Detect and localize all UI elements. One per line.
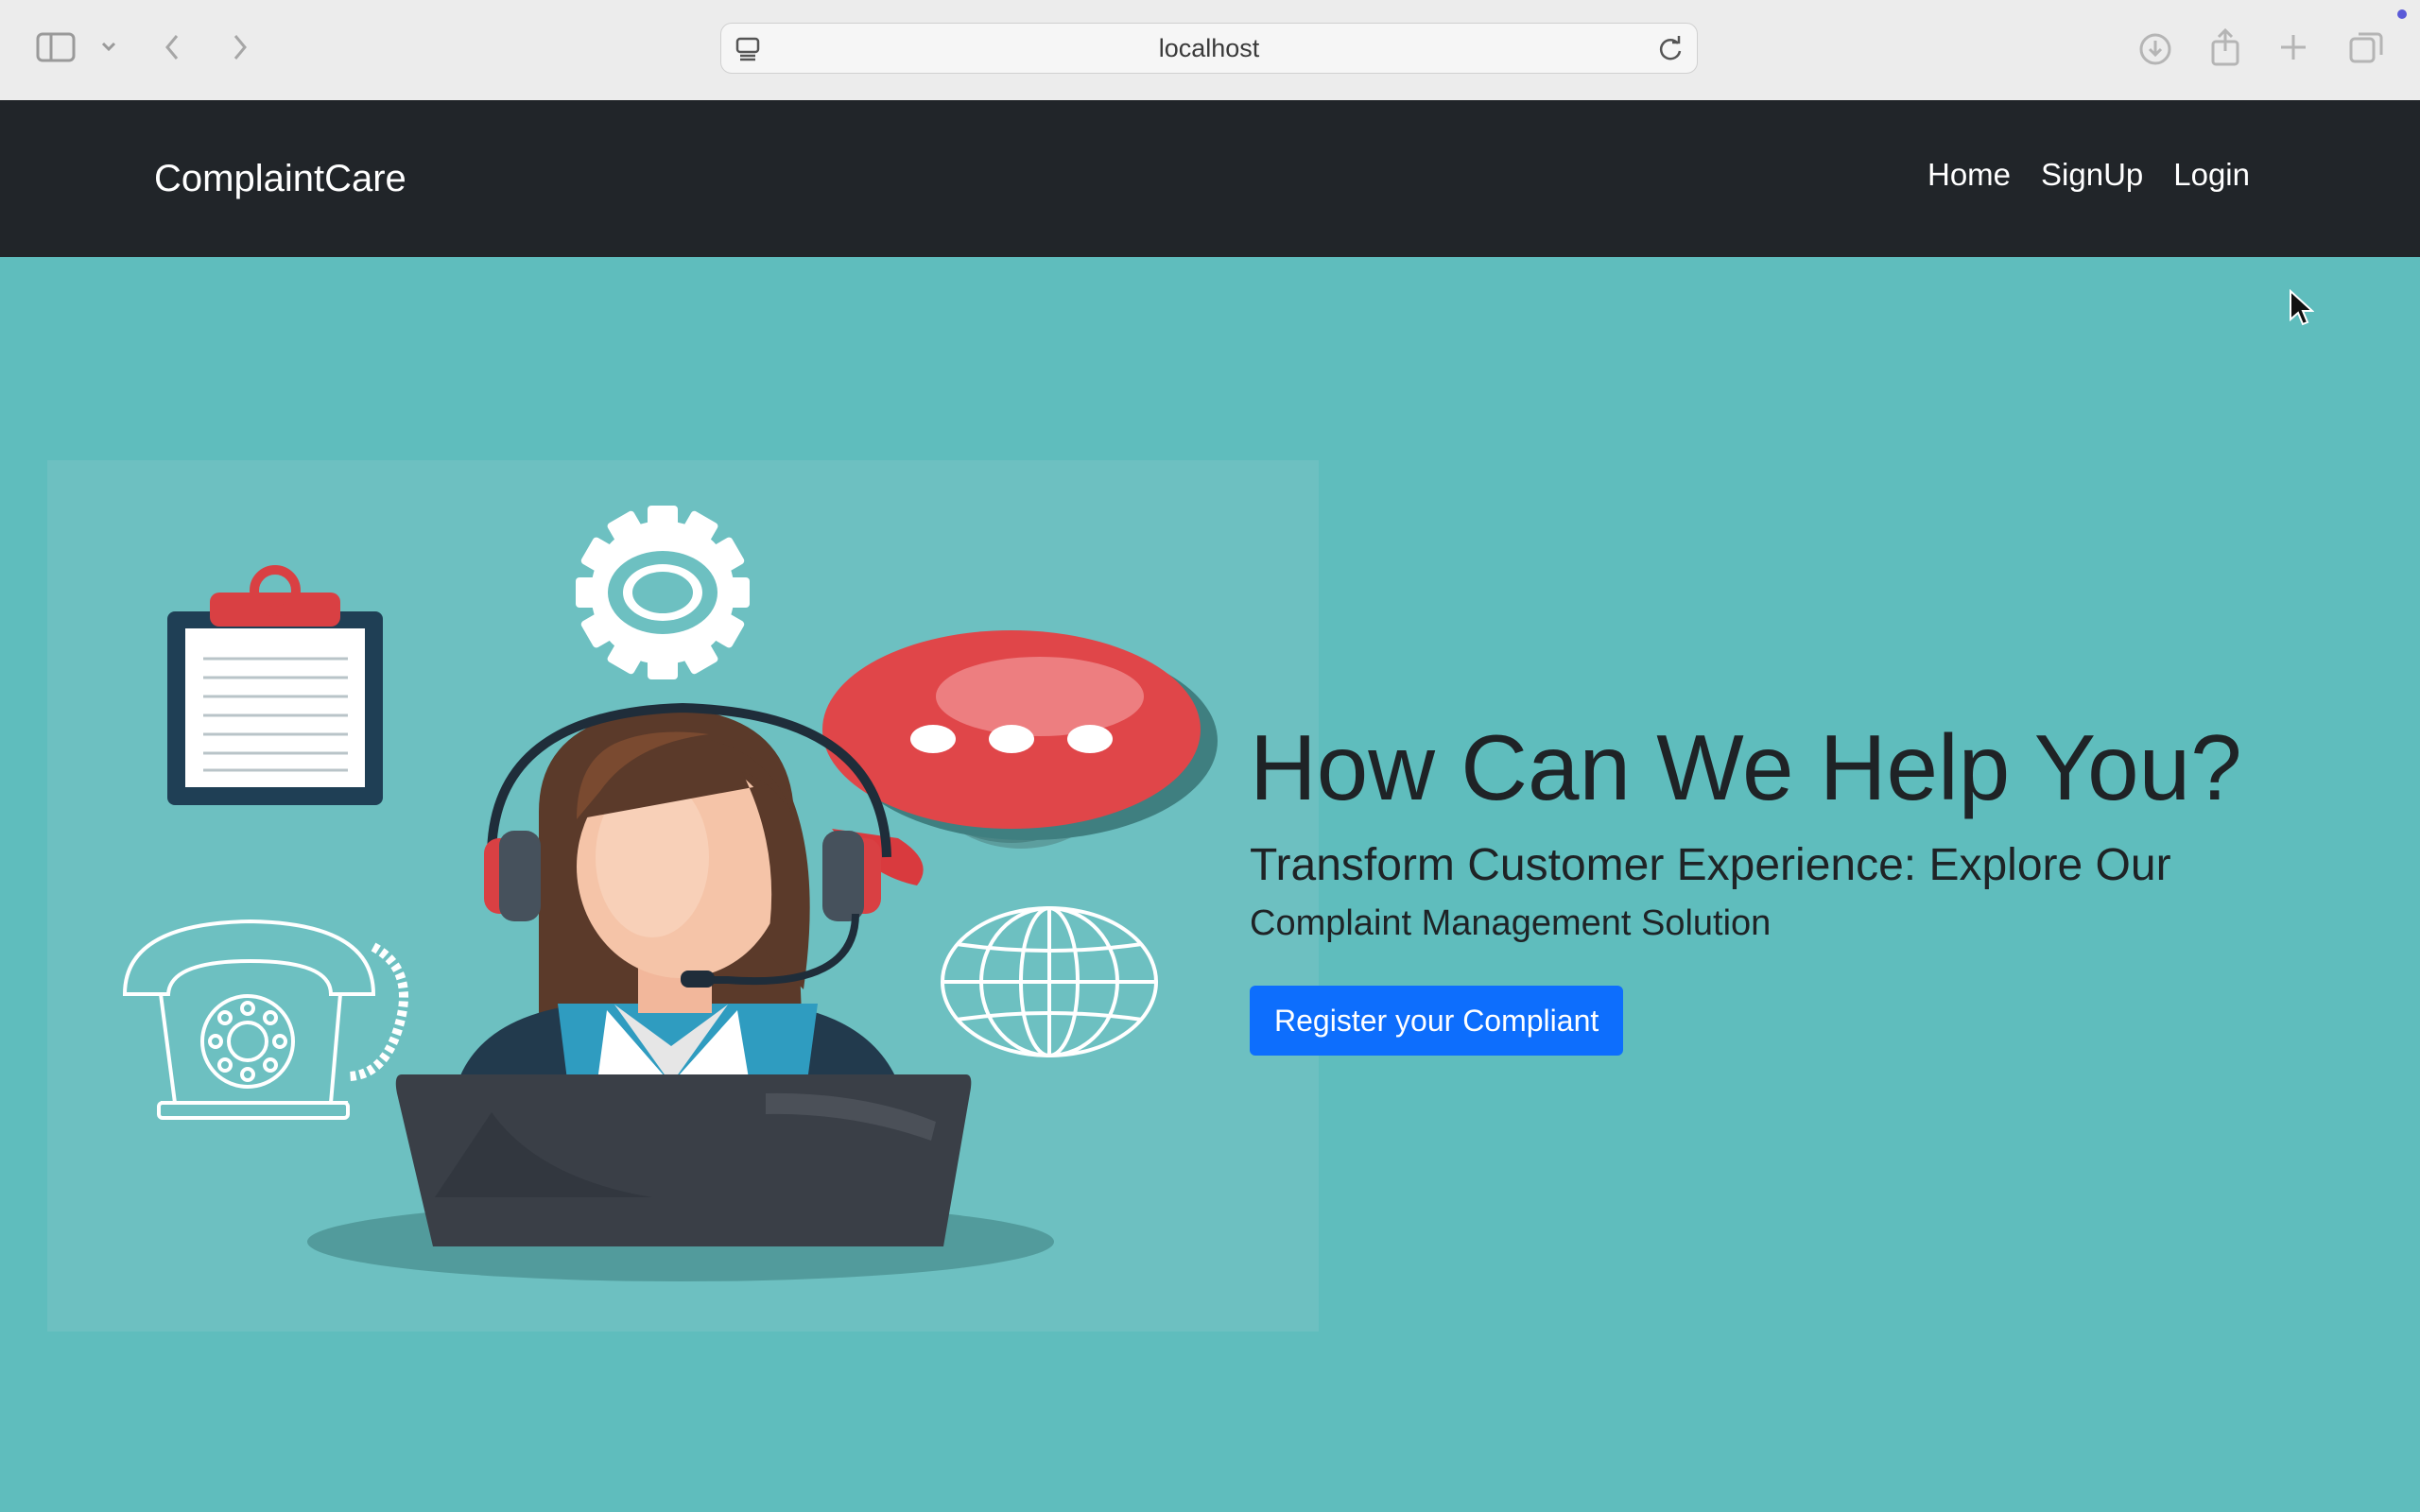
laptop-icon	[395, 1074, 972, 1246]
reload-icon[interactable]	[1657, 35, 1684, 68]
hero-text-block: How Can We Help You? Transform Customer …	[1250, 715, 2365, 1056]
tab-overview-icon[interactable]	[2348, 30, 2384, 64]
hero-subtitle-2: Complaint Management Solution	[1250, 903, 1772, 943]
mouse-cursor-icon	[2288, 288, 2315, 332]
clipboard-icon	[167, 565, 383, 805]
browser-toolbar: localhost	[0, 0, 2420, 101]
chevron-down-icon[interactable]	[100, 40, 117, 53]
download-icon[interactable]	[2138, 32, 2172, 66]
forward-icon[interactable]	[231, 32, 250, 62]
address-url: localhost	[1158, 33, 1260, 62]
register-complaint-button[interactable]: Register your Compliant	[1250, 986, 1624, 1056]
hero-subtitle: Transform Customer Experience: Explore O…	[1250, 840, 2171, 890]
share-icon[interactable]	[2210, 28, 2240, 66]
address-bar[interactable]: localhost	[720, 23, 1698, 74]
nav-link-login[interactable]: Login	[2173, 151, 2250, 198]
support-agent-figure	[454, 702, 903, 1095]
privacy-indicator	[2397, 9, 2407, 19]
new-tab-icon[interactable]	[2278, 32, 2308, 62]
sidebar-toggle-icon[interactable]	[36, 32, 76, 62]
nav-link-home[interactable]: Home	[1927, 151, 2011, 198]
gear-icon	[576, 506, 750, 679]
nav-link-signup[interactable]: SignUp	[2041, 151, 2143, 198]
telephone-icon	[122, 919, 408, 1120]
customer-support-illustration	[47, 460, 1319, 1332]
back-icon[interactable]	[163, 32, 182, 62]
hero-title: How Can We Help You?	[1250, 715, 2242, 819]
nav-links: Home SignUp Login	[1927, 151, 2250, 198]
globe-icon	[941, 906, 1158, 1057]
brand-logo[interactable]: ComplaintCare	[154, 155, 406, 202]
site-navbar: ComplaintCare Home SignUp Login	[0, 100, 2420, 257]
hero-section: How Can We Help You? Transform Customer …	[0, 257, 2420, 1512]
